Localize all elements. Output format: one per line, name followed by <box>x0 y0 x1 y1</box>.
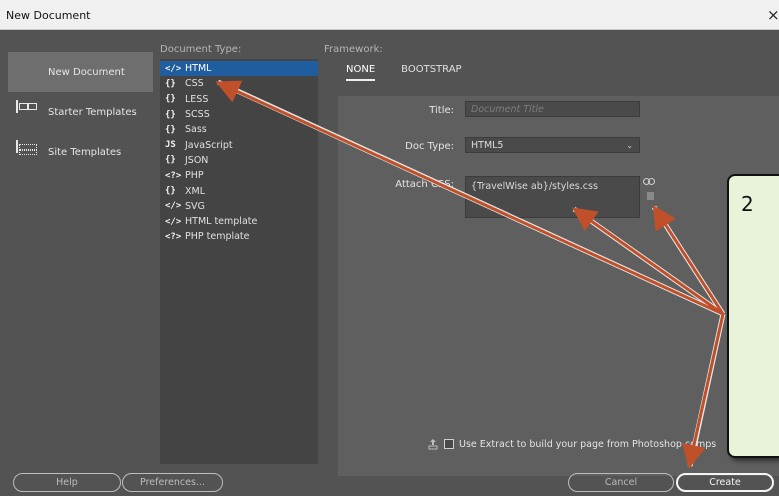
extract-label: Use Extract to build your page from Phot… <box>459 438 717 450</box>
doc-type-select[interactable]: HTML5 ⌄ <box>465 137 640 153</box>
cancel-button[interactable]: Cancel <box>568 473 674 492</box>
code-tag-icon: </> <box>165 63 182 74</box>
braces-icon: {} <box>165 124 176 135</box>
type-item-label: JSON <box>185 154 209 166</box>
type-item-php-template[interactable]: <?> PHP template <box>160 229 318 244</box>
left-nav: New Document Starter Templates Site Temp… <box>8 52 153 172</box>
type-item-css[interactable]: {} CSS <box>160 76 318 91</box>
window-title: New Document <box>6 9 91 22</box>
nav-item-label: New Document <box>48 66 125 78</box>
type-item-label: HTML <box>185 63 212 75</box>
type-item-php[interactable]: <?> PHP <box>160 168 318 183</box>
json-icon: {} <box>165 155 176 166</box>
document-icon <box>16 61 36 83</box>
extract-icon <box>428 439 438 450</box>
tab-bootstrap[interactable]: BOOTSTRAP <box>401 64 461 81</box>
trash-icon[interactable] <box>647 192 654 200</box>
type-item-label: PHP <box>185 170 204 182</box>
title-input[interactable]: Document Title <box>465 101 640 117</box>
framework-heading: Framework: <box>324 44 383 55</box>
title-bar: New Document × <box>0 0 779 30</box>
attach-css-field[interactable]: {TravelWise ab}/styles.css <box>465 176 640 218</box>
type-item-xml[interactable]: {} XML <box>160 183 318 198</box>
php-icon: <?> <box>165 170 182 181</box>
framework-panel: Title: Document Title Doc Type: HTML5 ⌄ … <box>338 96 779 476</box>
type-item-label: LESS <box>185 93 209 105</box>
xml-icon: {} <box>165 186 176 197</box>
extract-checkbox[interactable] <box>444 439 454 449</box>
type-item-html-template[interactable]: </> HTML template <box>160 214 318 229</box>
attach-css-label: Attach CSS: <box>395 179 454 190</box>
braces-icon: {} <box>165 94 176 105</box>
nav-item-new-document[interactable]: New Document <box>8 52 153 92</box>
link-icon[interactable] <box>643 178 655 185</box>
site-templates-icon <box>16 140 36 163</box>
nav-item-label: Starter Templates <box>48 106 137 118</box>
type-item-sass[interactable]: {} Sass <box>160 122 318 137</box>
javascript-icon: JS <box>165 140 176 151</box>
type-item-svg[interactable]: </> SVG <box>160 199 318 214</box>
callout-number: 2 <box>741 192 754 216</box>
type-item-label: CSS <box>185 78 204 90</box>
nav-item-starter-templates[interactable]: Starter Templates <box>8 92 153 132</box>
chevron-down-icon: ⌄ <box>626 141 633 150</box>
type-item-label: XML <box>185 185 205 197</box>
doc-type-label: Doc Type: <box>405 141 454 152</box>
callout-box: 2 <box>727 174 779 458</box>
document-type-list: </> HTML {} CSS {} LESS {} SCSS {} Sass JS Jav… <box>160 59 318 464</box>
type-item-javascript[interactable]: JS JavaScript <box>160 137 318 152</box>
tab-none[interactable]: NONE <box>346 64 376 81</box>
nav-item-label: Site Templates <box>48 146 122 158</box>
preferences-button[interactable]: Preferences... <box>122 473 223 492</box>
type-item-scss[interactable]: {} SCSS <box>160 107 318 122</box>
doc-type-value: HTML5 <box>471 139 504 151</box>
type-item-label: HTML template <box>185 216 258 228</box>
type-item-less[interactable]: {} LESS <box>160 92 318 107</box>
create-button[interactable]: Create <box>676 473 774 492</box>
starter-templates-icon <box>16 100 36 123</box>
type-item-label: JavaScript <box>185 139 233 151</box>
type-item-label: SVG <box>185 200 205 212</box>
braces-icon: {} <box>165 78 176 89</box>
php-icon: <?> <box>165 231 182 242</box>
type-item-label: SCSS <box>185 109 210 121</box>
type-item-label: Sass <box>185 124 207 136</box>
attach-css-value: {TravelWise ab}/styles.css <box>471 181 598 192</box>
type-item-label: PHP template <box>185 231 250 243</box>
extract-option: Use Extract to build your page from Phot… <box>428 438 716 450</box>
code-tag-icon: </> <box>165 201 182 212</box>
framework-tabs: NONE BOOTSTRAP <box>346 64 462 81</box>
help-button[interactable]: Help <box>13 473 121 492</box>
document-type-heading: Document Type: <box>160 44 242 55</box>
close-icon[interactable]: × <box>767 6 779 24</box>
title-label: Title: <box>429 105 454 116</box>
nav-item-site-templates[interactable]: Site Templates <box>8 132 153 172</box>
type-item-json[interactable]: {} JSON <box>160 153 318 168</box>
code-tag-icon: </> <box>165 216 182 227</box>
new-document-dialog: New Document Starter Templates Site Temp… <box>0 30 779 496</box>
type-item-html[interactable]: </> HTML <box>160 61 318 77</box>
braces-icon: {} <box>165 109 176 120</box>
